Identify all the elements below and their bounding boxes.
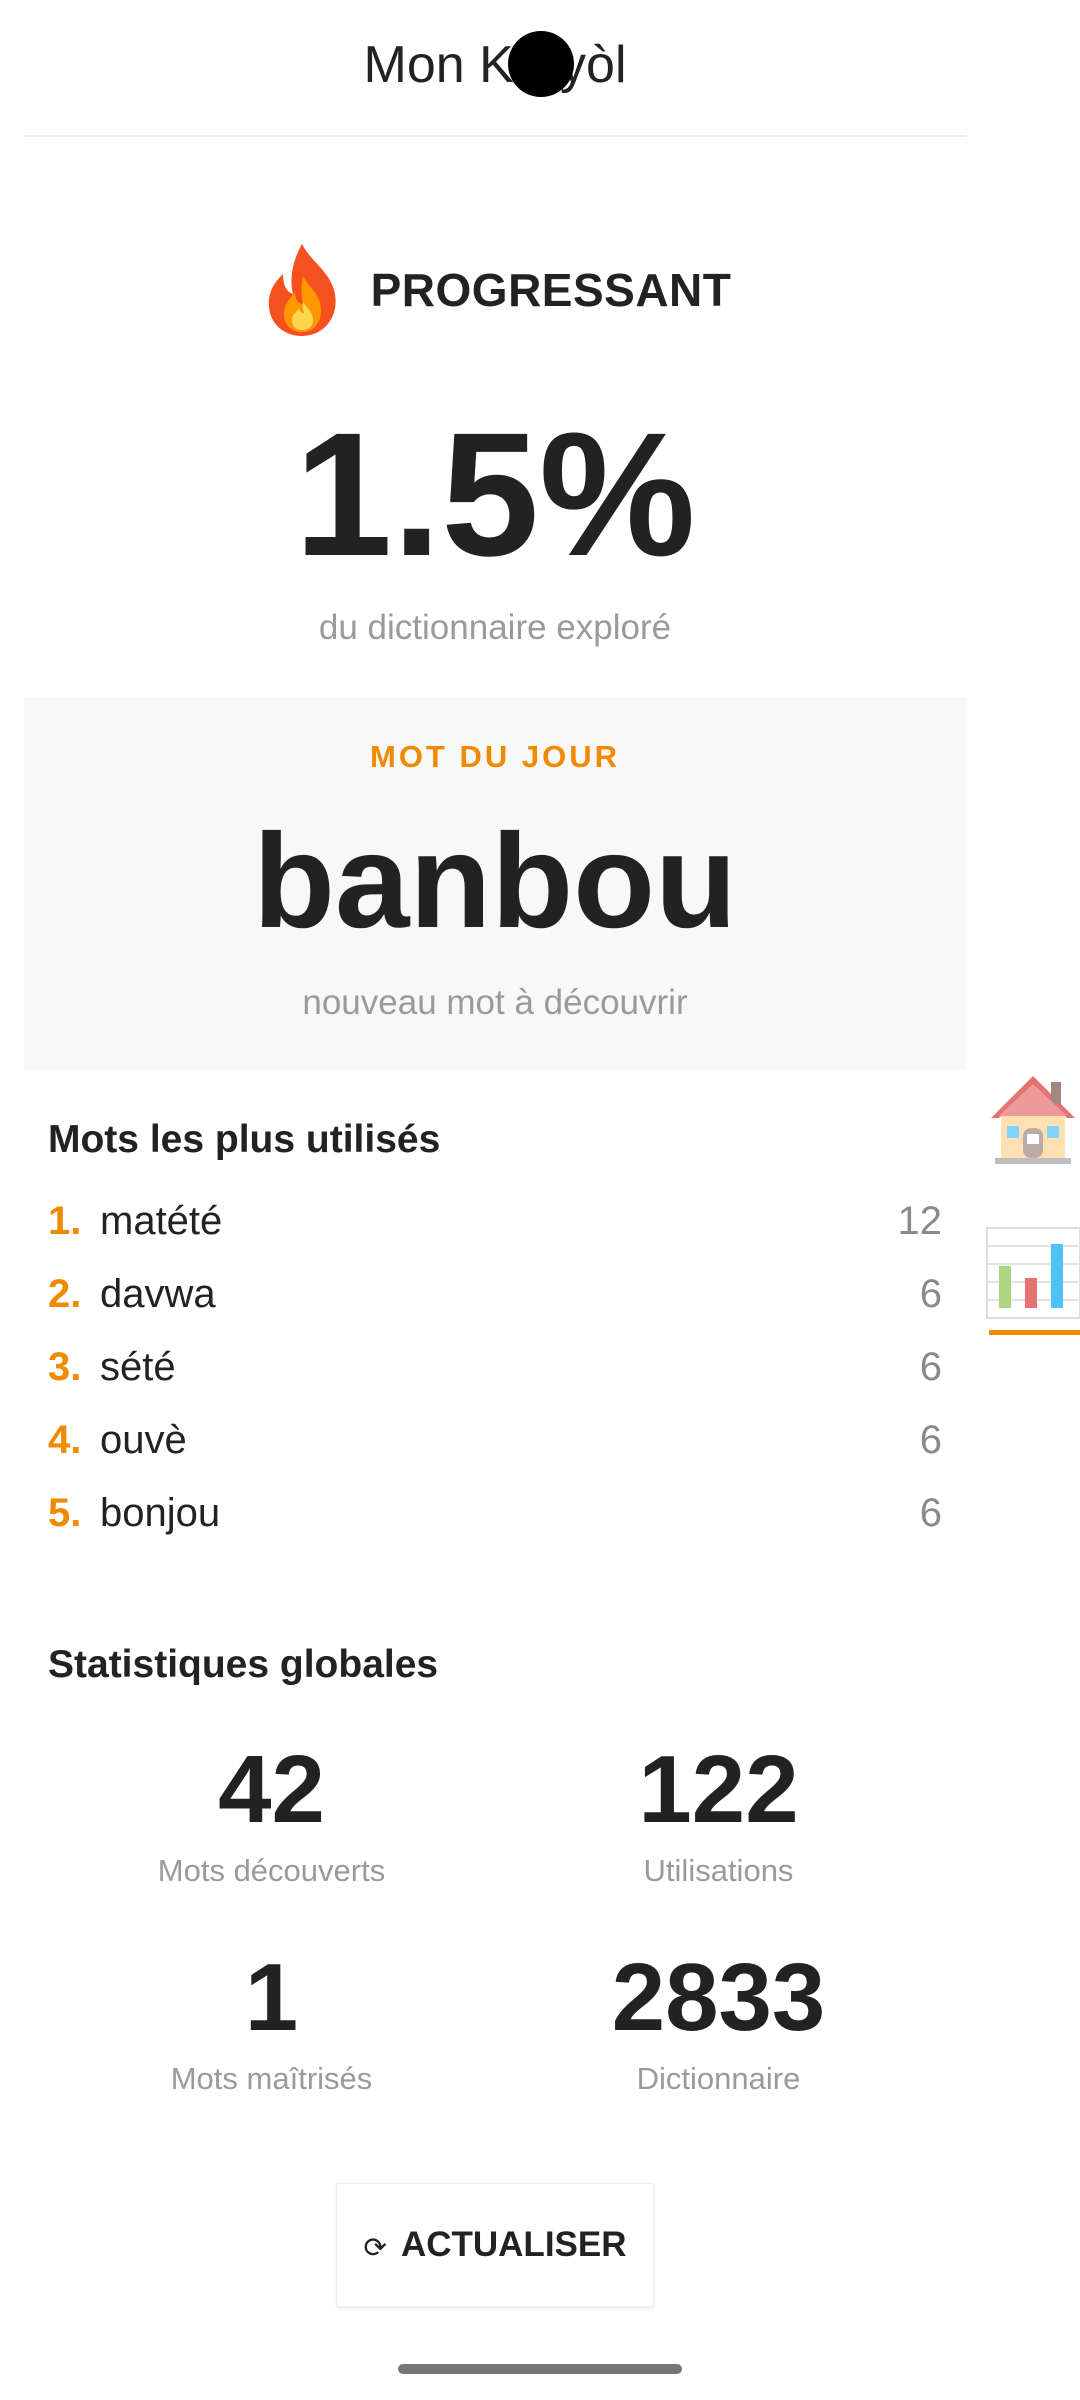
global-stats-title: Statistiques globales <box>48 1643 439 1686</box>
list-item: 2. davwa 6 <box>48 1258 942 1331</box>
word-count: 6 <box>919 1491 942 1535</box>
stat-words-discovered: 42 Mots découverts <box>48 1735 495 1889</box>
word-rank: 4. <box>48 1418 82 1462</box>
stat-value: 2833 <box>611 1944 826 2051</box>
word-of-day-caption: nouveau mot à découvrir <box>302 983 688 1022</box>
stat-words-mastered: 1 Mots maîtrisés <box>48 1943 495 2097</box>
level-label: PROGRESSANT <box>370 264 732 316</box>
list-item: 4. ouvè 6 <box>48 1404 942 1477</box>
word-of-day-word: banbou <box>253 807 737 956</box>
camera-cutout <box>508 31 574 97</box>
word-text: sété <box>100 1345 176 1389</box>
word-count: 6 <box>919 1418 942 1462</box>
word-text: davwa <box>100 1272 216 1316</box>
top-words-title: Mots les plus utilisés <box>48 1118 441 1161</box>
refresh-button[interactable]: ⟳ ACTUALISER <box>336 2183 654 2307</box>
word-count: 12 <box>897 1199 943 1243</box>
stat-label: Dictionnaire <box>636 2061 801 2096</box>
stat-uses: 122 Utilisations <box>495 1735 942 1889</box>
refresh-label: ACTUALISER <box>400 2225 627 2264</box>
active-tab-indicator <box>989 1330 1080 1335</box>
stat-value: 122 <box>638 1736 799 1843</box>
home-indicator[interactable] <box>398 2364 682 2374</box>
word-rank: 1. <box>48 1199 82 1243</box>
word-count: 6 <box>919 1345 942 1389</box>
word-of-day-label: MOT DU JOUR <box>370 739 620 774</box>
stat-value: 42 <box>218 1736 325 1843</box>
word-of-day-card: MOT DU JOUR banbou nouveau mot à découvr… <box>24 697 966 1069</box>
app-title: Mon Kréyòl <box>363 35 627 94</box>
percent-explored-value: 1.5% <box>294 397 696 593</box>
word-rank: 2. <box>48 1272 82 1316</box>
screen: Mon Kréyòl PROGRESSANT 1.5% du dictionna… <box>0 0 1080 2400</box>
stat-label: Mots découverts <box>157 1853 386 1888</box>
nav-stats-button[interactable] <box>985 1220 1080 1340</box>
nav-home-button[interactable] <box>985 1070 1080 1170</box>
word-text: bonjou <box>100 1491 221 1535</box>
home-icon <box>991 1076 1075 1164</box>
side-nav <box>985 1070 1080 1350</box>
list-item: 5. bonjou 6 <box>48 1477 942 1550</box>
app-header: Mon Kréyòl <box>24 0 966 137</box>
stat-label: Mots maîtrisés <box>170 2061 373 2096</box>
fire-icon <box>268 244 336 336</box>
list-item: 1. matété 12 <box>48 1185 942 1258</box>
refresh-icon: ⟳ <box>363 2231 387 2263</box>
stat-dictionary-size: 2833 Dictionnaire <box>495 1943 942 2097</box>
list-item: 3. sété 6 <box>48 1331 942 1404</box>
word-text: matété <box>100 1199 223 1243</box>
stat-value: 1 <box>244 1944 299 2051</box>
top-words-list: 1. matété 12 2. davwa 6 3. sété 6 4. ouv… <box>48 1185 942 1550</box>
percent-explored-caption: du dictionnaire exploré <box>318 608 672 647</box>
stat-label: Utilisations <box>643 1853 794 1888</box>
word-text: ouvè <box>100 1418 187 1462</box>
word-rank: 3. <box>48 1345 82 1389</box>
global-stats-grid: 42 Mots découverts 122 Utilisations 1 Mo… <box>48 1735 942 2155</box>
word-count: 6 <box>919 1272 942 1316</box>
word-rank: 5. <box>48 1491 82 1535</box>
bar-chart-icon <box>986 1227 1080 1319</box>
level-row: PROGRESSANT <box>24 240 966 340</box>
